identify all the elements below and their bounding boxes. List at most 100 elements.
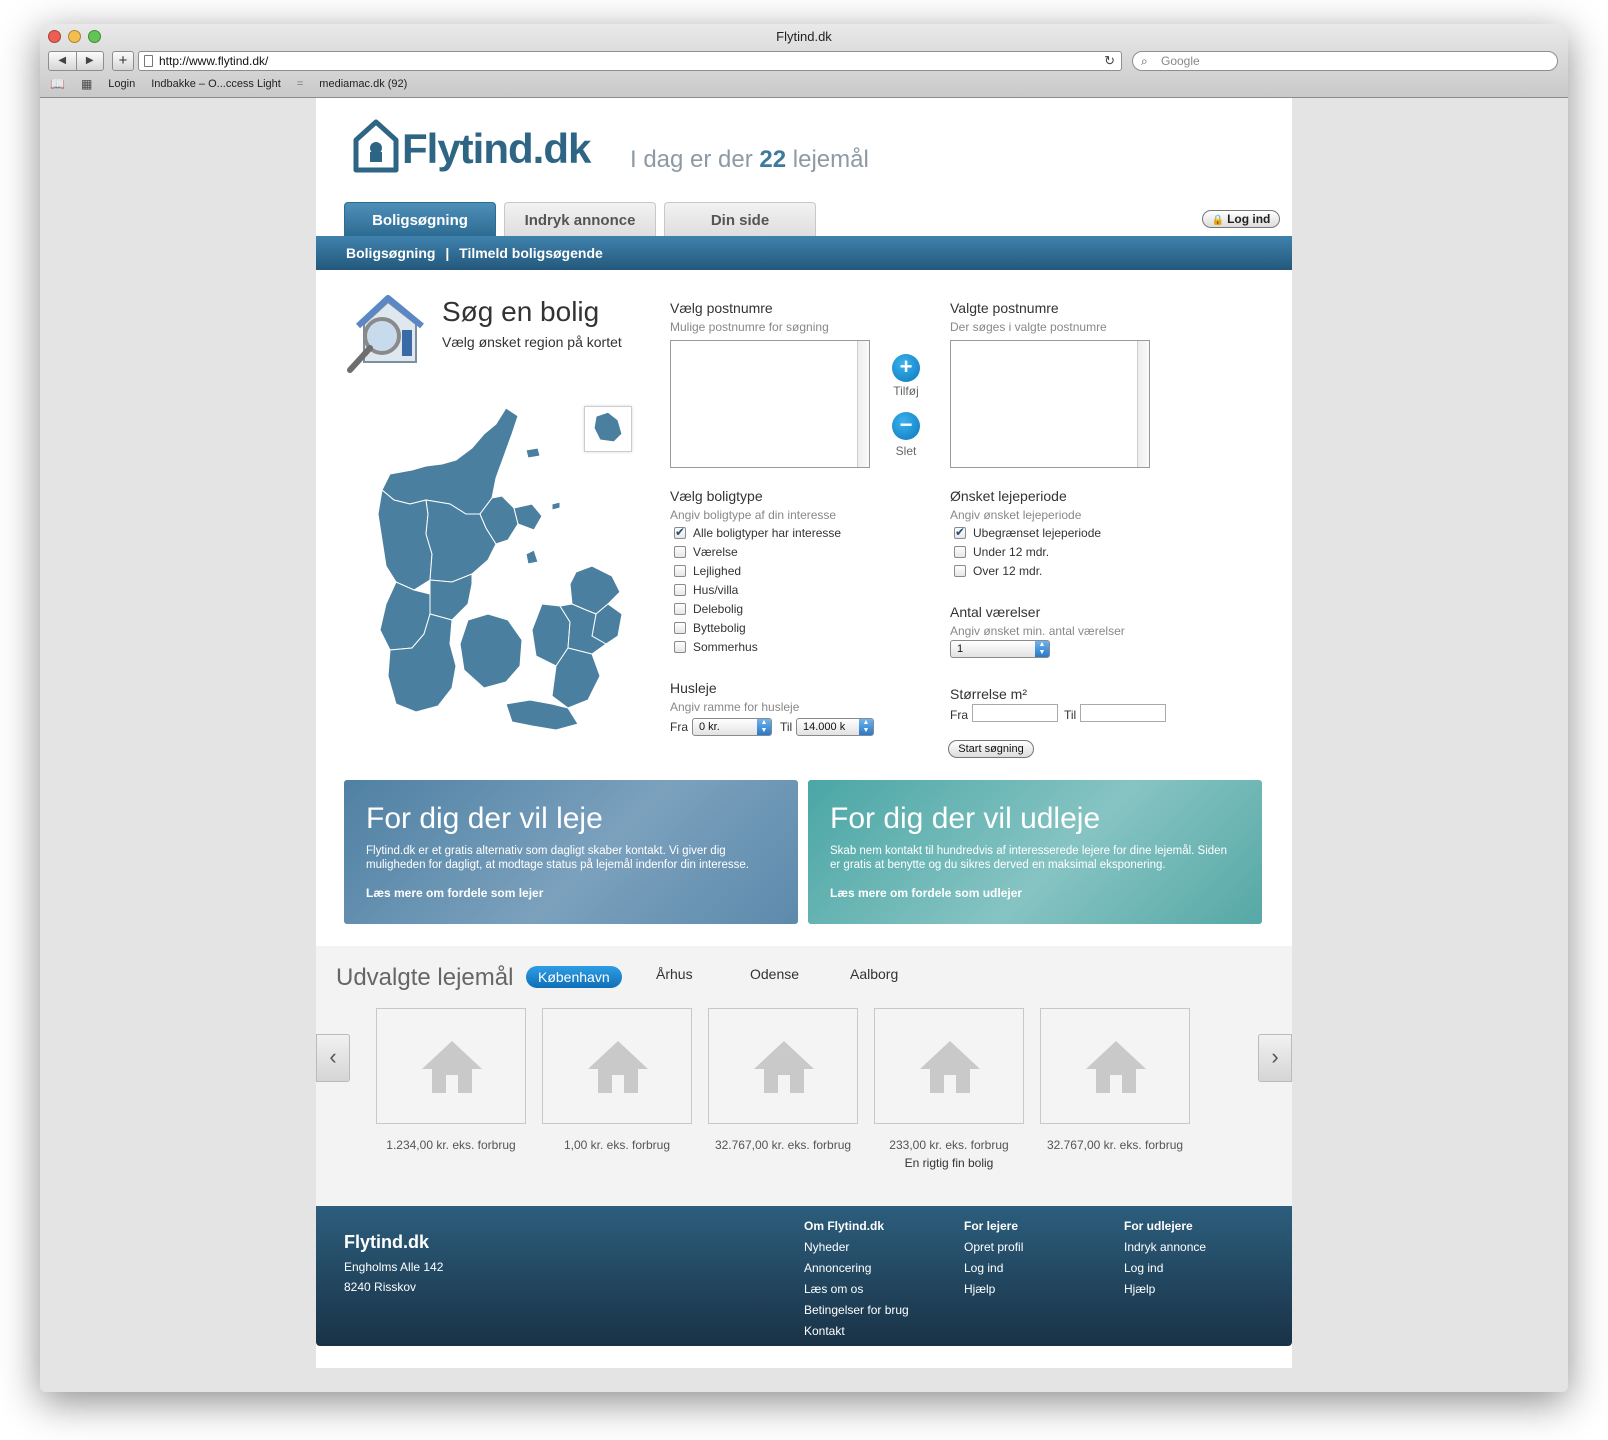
lejeperiode-label: Ønsket lejeperiode	[950, 488, 1067, 504]
login-button[interactable]: 🔒 Log ind	[1202, 210, 1280, 228]
featured-title: Udvalgte lejemål	[336, 964, 514, 991]
grid-icon[interactable]: ▦	[81, 77, 92, 91]
checkbox[interactable]	[674, 622, 686, 634]
listing-card[interactable]	[1040, 1008, 1190, 1124]
footer-link[interactable]: Log ind	[964, 1258, 1023, 1279]
lejeperiode-option[interactable]: Ubegrænset lejeperiode	[954, 525, 1101, 540]
boligtype-label: Vælg boligtype	[670, 488, 763, 504]
search-icon: ⌕	[1141, 54, 1148, 68]
husleje-fra-label: Fra	[670, 720, 688, 734]
footer-link[interactable]: Indryk annonce	[1124, 1237, 1206, 1258]
promo-udlejer-title: For dig der vil udleje	[830, 802, 1101, 835]
stoerrelse-fra-label: Fra	[950, 708, 968, 722]
bornholm-map-button[interactable]	[584, 406, 632, 452]
select-arrows-icon: ▲ ▼	[757, 719, 771, 735]
listing-card[interactable]	[874, 1008, 1024, 1124]
denmark-region-map[interactable]	[356, 404, 646, 734]
postnr-scrollbar[interactable]	[857, 341, 869, 467]
bookmark-inbox[interactable]: Indbakke – O...ccess Light	[151, 78, 281, 90]
footer-link[interactable]: Hjælp	[964, 1279, 1023, 1300]
checkbox[interactable]	[674, 584, 686, 596]
carousel-next-button[interactable]: ›	[1258, 1034, 1292, 1082]
valgte-scrollbar[interactable]	[1137, 341, 1149, 467]
search-field[interactable]: ⌕ Google	[1132, 51, 1558, 71]
husleje-til-select[interactable]: 14.000 k ▲ ▼	[796, 718, 874, 736]
checkbox[interactable]	[954, 565, 966, 577]
start-search-button[interactable]: Start søgning	[948, 740, 1034, 758]
checkbox-checked[interactable]	[674, 525, 686, 539]
footer-link[interactable]: Læs om os	[804, 1279, 909, 1300]
boligtype-hint: Angiv boligtype af din interesse	[670, 508, 837, 522]
subnav-separator: |	[445, 245, 450, 261]
add-postnr-button[interactable]: +	[892, 354, 920, 382]
subnav-boligsoegning[interactable]: Boligsøgning	[346, 245, 435, 261]
stoerrelse-til-input[interactable]	[1080, 704, 1166, 722]
boligtype-option[interactable]: Hus/villa	[674, 583, 738, 597]
tab-boligsoegning[interactable]: Boligsøgning	[344, 202, 496, 236]
checkbox-checked[interactable]	[954, 525, 966, 539]
checkbox[interactable]	[674, 641, 686, 653]
boligtype-option[interactable]: Sommerhus	[674, 640, 758, 654]
house-placeholder-icon	[422, 1041, 482, 1093]
city-tab-koebenhavn[interactable]: København	[526, 966, 622, 988]
footer-link[interactable]: Opret profil	[964, 1237, 1023, 1258]
tab-indryk-annonce[interactable]: Indryk annonce	[504, 202, 656, 236]
footer-link[interactable]: Hjælp	[1124, 1279, 1206, 1300]
listing-card[interactable]	[708, 1008, 858, 1124]
husleje-fra-select[interactable]: 0 kr. ▲ ▼	[692, 718, 772, 736]
vaerelser-label: Antal værelser	[950, 604, 1041, 620]
carousel-prev-button[interactable]: ‹	[316, 1034, 350, 1082]
footer-col-heading: For lejere	[964, 1219, 1019, 1233]
boligtype-option[interactable]: Delebolig	[674, 602, 743, 616]
footer-link[interactable]: Nyheder	[804, 1237, 909, 1258]
house-placeholder-icon	[920, 1041, 980, 1093]
bornholm-icon	[594, 412, 622, 442]
map-region-vestjylland	[377, 489, 433, 591]
reload-icon[interactable]: ↻	[1104, 52, 1115, 70]
remove-postnr-button[interactable]: −	[892, 412, 920, 440]
promo-udlejer-link[interactable]: Læs mere om fordele som udlejer	[830, 886, 1240, 900]
checkbox[interactable]	[954, 546, 966, 558]
listing-count: 22	[759, 146, 787, 173]
subnav-tilmeld[interactable]: Tilmeld boligsøgende	[459, 245, 603, 261]
listing-card[interactable]	[542, 1008, 692, 1124]
map-region-samsoe	[525, 549, 539, 565]
listing-price: 1,00 kr. eks. forbrug	[563, 1138, 671, 1152]
checkbox[interactable]	[674, 565, 686, 577]
address-bar[interactable]: http://www.flytind.dk/ ↻	[138, 51, 1122, 71]
tab-din-side[interactable]: Din side	[664, 202, 816, 236]
stoerrelse-fra-input[interactable]	[972, 704, 1058, 722]
husleje-hint: Angiv ramme for husleje	[670, 700, 800, 714]
valgte-listbox[interactable]	[950, 340, 1150, 468]
boligtype-option[interactable]: Værelse	[674, 545, 738, 559]
site-logo[interactable]: Flytind.dk	[352, 116, 591, 174]
city-tab-aalborg[interactable]: Aalborg	[850, 966, 898, 982]
boligtype-option[interactable]: Lejlighed	[674, 564, 741, 578]
book-icon[interactable]: 📖	[50, 77, 65, 91]
promo-lejer-link[interactable]: Læs mere om fordele som lejer	[366, 886, 776, 900]
city-tab-odense[interactable]: Odense	[750, 966, 799, 982]
forward-button[interactable]: ▶	[77, 52, 104, 70]
footer-link[interactable]: Log ind	[1124, 1258, 1206, 1279]
checkbox[interactable]	[674, 603, 686, 615]
boligtype-option[interactable]: Byttebolig	[674, 621, 746, 635]
house-placeholder-icon	[754, 1041, 814, 1093]
add-bookmark-button[interactable]: +	[112, 51, 134, 71]
checkbox[interactable]	[674, 546, 686, 558]
lejeperiode-option[interactable]: Over 12 mdr.	[954, 564, 1042, 578]
bookmark-login[interactable]: Login	[108, 78, 135, 90]
footer-link[interactable]: Kontakt	[804, 1321, 909, 1342]
listing-price: 32.767,00 kr. eks. forbrug	[714, 1138, 852, 1152]
lejeperiode-option[interactable]: Under 12 mdr.	[954, 545, 1049, 559]
back-button[interactable]: ◀	[49, 52, 77, 70]
postnr-listbox[interactable]	[670, 340, 870, 468]
listing-card[interactable]	[376, 1008, 526, 1124]
city-tab-aarhus[interactable]: Århus	[656, 966, 693, 982]
footer-link[interactable]: Betingelser for brug	[804, 1300, 909, 1321]
browser-viewport: Flytind.dk I dag er der 22 lejemål Bolig…	[40, 98, 1568, 1392]
bookmark-mediamac[interactable]: mediamac.dk (92)	[319, 78, 407, 90]
vaerelser-hint: Angiv ønsket min. antal værelser	[950, 624, 1125, 638]
vaerelser-select[interactable]: 1 ▲ ▼	[950, 640, 1050, 658]
footer-link[interactable]: Annoncering	[804, 1258, 909, 1279]
boligtype-option[interactable]: Alle boligtyper har interesse	[674, 525, 841, 540]
